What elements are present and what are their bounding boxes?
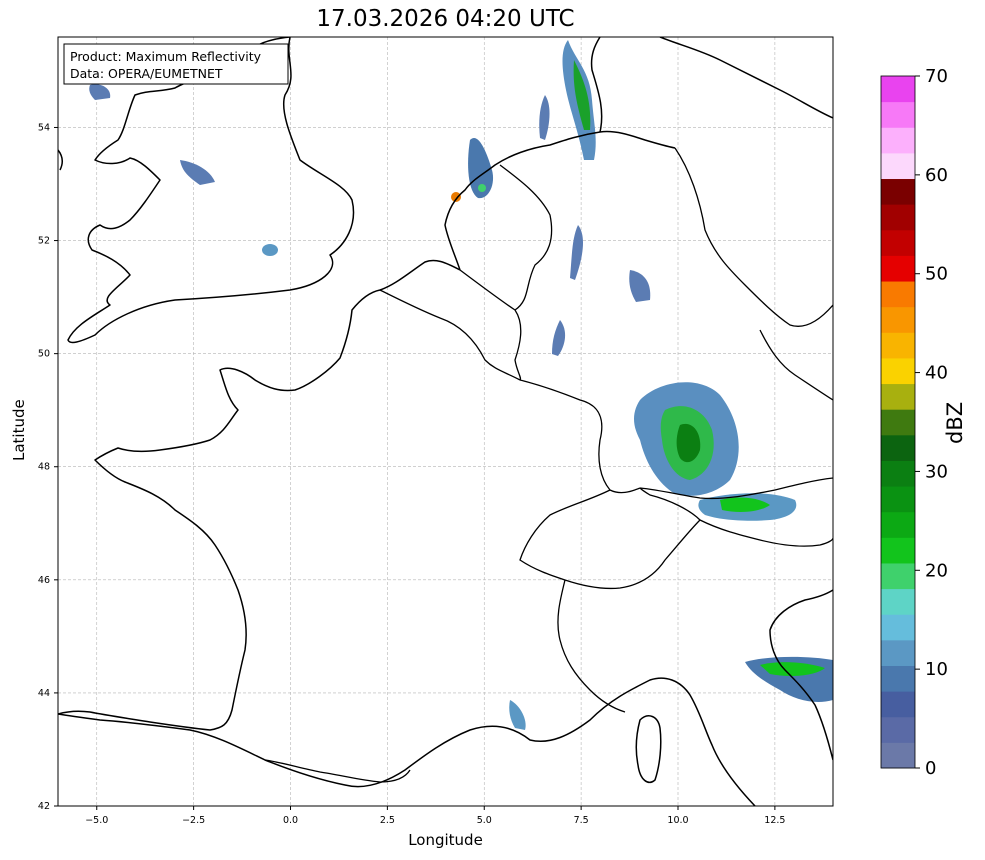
colorbar-tick-label: 0 xyxy=(925,758,936,779)
colorbar-tick-label: 10 xyxy=(925,659,948,680)
colorbar-segment xyxy=(881,229,915,256)
y-tick-label: 50 xyxy=(38,349,50,360)
x-tick-label: 12.5 xyxy=(764,815,785,826)
colorbar-segment xyxy=(881,614,915,641)
colorbar-segment xyxy=(881,306,915,333)
colorbar-segment xyxy=(881,588,915,615)
colorbar xyxy=(880,75,916,769)
colorbar-segment xyxy=(881,255,915,282)
colorbar-segment xyxy=(881,178,915,205)
x-ticks: −5.0 −2.5 0.0 2.5 5.0 7.5 10.0 12.5 xyxy=(85,806,785,826)
colorbar-segment xyxy=(881,460,915,487)
colorbar-segment xyxy=(881,204,915,231)
colorbar-segment xyxy=(881,357,915,385)
colorbar-tick-label: 30 xyxy=(925,461,948,482)
x-tick-label: 5.0 xyxy=(477,815,492,826)
colorbar-segment xyxy=(881,665,915,692)
y-tick-label: 42 xyxy=(38,801,50,812)
y-tick-label: 44 xyxy=(38,688,50,699)
info-product: Product: Maximum Reflectivity xyxy=(70,49,262,64)
colorbar-segment xyxy=(881,537,915,564)
colorbar-tick-label: 70 xyxy=(925,66,948,87)
colorbar-segment xyxy=(881,511,915,538)
colorbar-segment xyxy=(881,486,915,513)
colorbar-segment xyxy=(881,152,915,180)
radar-map: −5.0 −2.5 0.0 2.5 5.0 7.5 10.0 12.5 42 44 46 48 50 5… xyxy=(38,36,948,826)
colorbar-segment xyxy=(881,281,915,308)
colorbar-segment xyxy=(881,383,915,410)
y-tick-label: 54 xyxy=(38,122,50,133)
colorbar-tick-label: 20 xyxy=(925,560,948,581)
colorbar-segment xyxy=(881,409,915,436)
y-tick-label: 52 xyxy=(38,236,50,247)
x-tick-label: −5.0 xyxy=(85,815,108,826)
colorbar-segment xyxy=(881,76,915,103)
echo-uk-small xyxy=(262,244,278,256)
colorbar-tick-label: 40 xyxy=(925,363,948,384)
colorbar-segment xyxy=(881,127,915,154)
colorbar-segment xyxy=(881,332,915,359)
x-tick-label: 10.0 xyxy=(667,815,688,826)
y-ticks: 42 44 46 48 50 52 54 xyxy=(38,122,58,812)
x-tick-label: 0.0 xyxy=(283,815,298,826)
colorbar-segment xyxy=(881,742,915,769)
colorbar-tick-label: 60 xyxy=(925,165,948,186)
x-tick-label: 2.5 xyxy=(380,815,395,826)
info-data-source: Data: OPERA/EUMETNET xyxy=(70,66,223,81)
colorbar-tick-label: 50 xyxy=(925,264,948,285)
info-box: Product: Maximum Reflectivity Data: OPER… xyxy=(63,43,289,85)
colorbar-segment xyxy=(881,716,915,743)
colorbar-segment xyxy=(881,434,915,461)
colorbar-ticks: 0 10 20 30 40 50 60 70 xyxy=(915,66,948,779)
colorbar-segment xyxy=(881,639,915,666)
colorbar-segment xyxy=(881,101,915,128)
colorbar-segment xyxy=(881,562,915,590)
colorbar-segment xyxy=(881,691,915,718)
y-tick-label: 48 xyxy=(38,462,50,473)
y-tick-label: 46 xyxy=(38,575,50,586)
echo-cell-green xyxy=(478,184,486,192)
x-tick-label: −2.5 xyxy=(182,815,205,826)
x-tick-label: 7.5 xyxy=(574,815,589,826)
